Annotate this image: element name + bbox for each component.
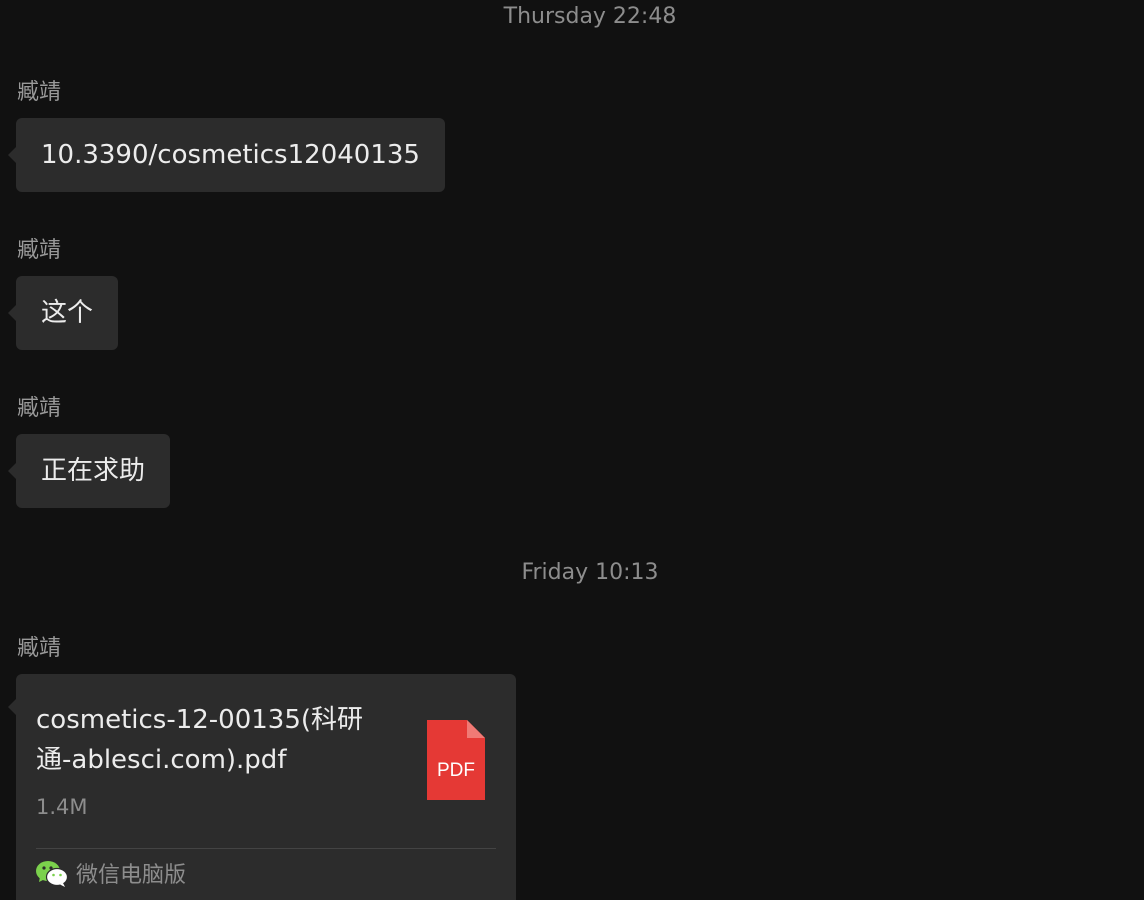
divider: [36, 848, 496, 849]
pdf-type-label: PDF: [437, 760, 475, 781]
message-bubble[interactable]: 这个: [7, 276, 119, 350]
file-message-card[interactable]: cosmetics-12-00135(科研通-ablesci.com).pdf …: [8, 674, 516, 900]
file-name: cosmetics-12-00135(科研通-ablesci.com).pdf: [36, 705, 364, 775]
sender-name[interactable]: 臧靖: [17, 394, 61, 424]
file-source: 微信电脑版: [36, 861, 186, 891]
source-label: 微信电脑版: [76, 863, 187, 888]
file-size: 1.4M: [36, 795, 88, 819]
message-text: 10.3390/cosmetics12040135: [41, 140, 420, 170]
wechat-icon: [36, 860, 69, 892]
pdf-file-icon: PDF: [427, 720, 485, 800]
timestamp: Thursday 22:48: [503, 4, 677, 29]
timestamp: Friday 10:13: [521, 560, 659, 585]
message-bubble[interactable]: 正在求助: [7, 434, 171, 508]
message-text: 正在求助: [41, 456, 146, 486]
sender-name[interactable]: 臧靖: [17, 634, 61, 664]
chat-message-area[interactable]: Thursday 22:48 臧靖 10.3390/cosmetics12040…: [0, 0, 1144, 900]
sender-name[interactable]: 臧靖: [17, 78, 61, 108]
message-text: 这个: [41, 298, 94, 328]
sender-name[interactable]: 臧靖: [17, 236, 61, 266]
message-bubble[interactable]: 10.3390/cosmetics12040135: [8, 118, 445, 192]
